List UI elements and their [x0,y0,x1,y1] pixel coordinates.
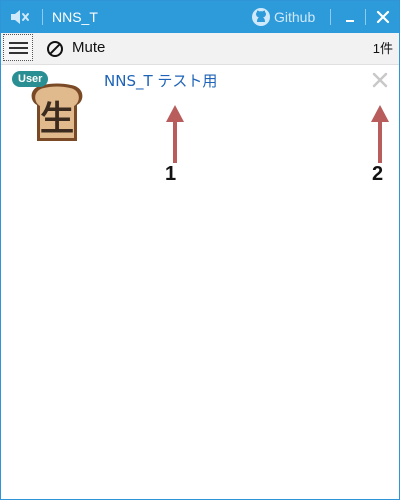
github-icon[interactable] [251,7,271,27]
title-bar: NNS_T Github [1,1,399,33]
item-title-link[interactable]: NNS_T テスト用 [104,71,217,91]
github-link[interactable]: Github [274,7,315,27]
toolbar: Mute 1件 [1,33,399,65]
mute-button[interactable]: Mute [72,38,105,58]
annotation-number-1: 1 [165,163,177,185]
annotation-arrow-1 [166,105,184,163]
user-badge: User [12,71,49,87]
title-separator [365,9,366,25]
annotation-arrow-2 [371,105,389,163]
item-count: 1件 [372,41,393,56]
avatar-glyph: 生 [40,99,74,139]
window-title: NNS_T [52,9,98,25]
list-item: User 生 NNS_T テスト用 [1,65,399,161]
title-separator [330,9,331,25]
remove-x-icon[interactable] [372,72,388,88]
bread-avatar-icon: 生 [31,83,83,141]
annotation-number-2: 2 [372,163,384,185]
minimize-icon[interactable] [341,9,359,25]
app-window: NNS_T Github Mute 1件 User 生 NNS_T テスト用 1… [0,0,400,500]
speaker-muted-icon[interactable] [9,7,31,27]
hamburger-menu-icon[interactable] [3,34,33,61]
prohibited-icon[interactable] [46,40,64,58]
title-separator [42,9,43,25]
close-icon[interactable] [374,8,392,26]
